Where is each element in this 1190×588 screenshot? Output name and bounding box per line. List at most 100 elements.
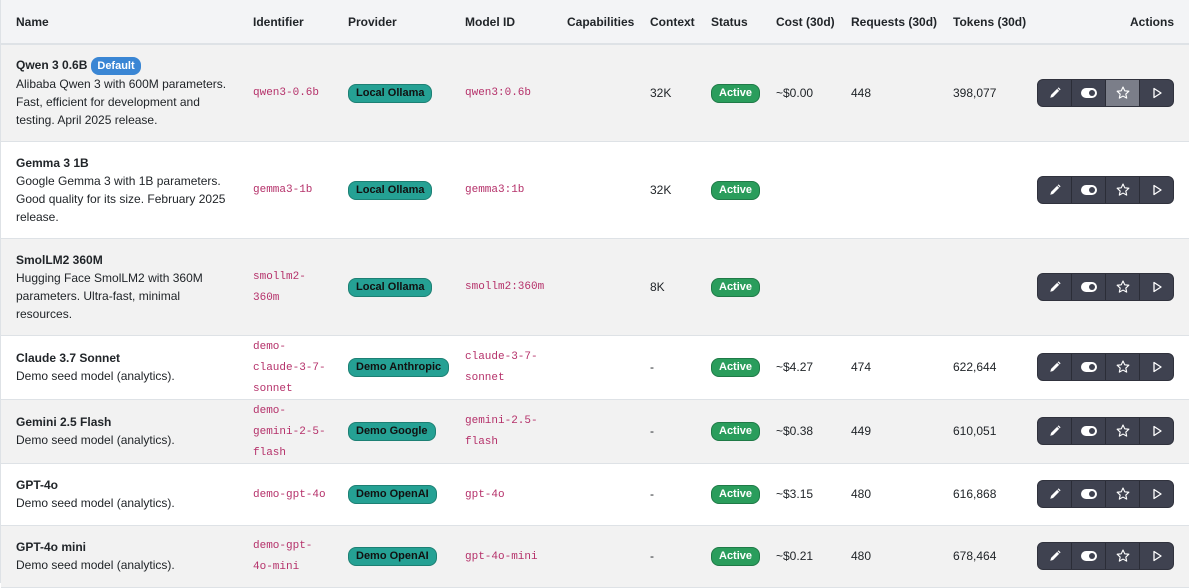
set-default-button[interactable] (1106, 79, 1140, 106)
column-header-capabilities[interactable]: Capabilities (559, 0, 642, 45)
cell-model-id: gpt-4o (457, 463, 559, 526)
cell-requests: 448 (843, 44, 945, 142)
set-default-button[interactable] (1106, 481, 1140, 507)
model-identifier: demo-gpt-4o (253, 488, 326, 501)
star-icon (1116, 86, 1130, 100)
model-identifier: smollm2-360m (253, 270, 306, 304)
model-id: gemini-2.5-flash (465, 415, 538, 448)
edit-button[interactable] (1038, 79, 1072, 106)
column-header-requests[interactable]: Requests (30d) (843, 0, 945, 45)
cell-model-id: claude-3-7-sonnet (457, 335, 559, 400)
cell-name: SmolLM2 360M Hugging Face SmolLM2 with 36… (1, 238, 245, 336)
cell-tokens: 622,644 (945, 335, 1035, 400)
toggle-icon (1080, 362, 1097, 372)
pencil-icon (1048, 280, 1062, 294)
cell-model-id: smollm2:360m (457, 238, 559, 336)
cell-status: Active (703, 525, 768, 588)
status-badge: Active (711, 83, 761, 103)
model-id: claude-3-7-sonnet (465, 351, 538, 384)
column-header-status[interactable]: Status (703, 0, 768, 45)
cell-provider: Demo OpenAI (340, 525, 457, 588)
cell-provider: Local Ollama (340, 44, 457, 142)
cell-provider: Demo OpenAI (340, 463, 457, 526)
action-button-group (1037, 480, 1174, 508)
toggle-button[interactable] (1072, 176, 1106, 203)
cell-name: Claude 3.7 Sonnet Demo seed model (analyt… (1, 335, 245, 400)
cell-model-id: gemini-2.5-flash (457, 399, 559, 464)
cell-context: - (642, 399, 703, 464)
set-default-button[interactable] (1106, 176, 1140, 203)
table-row: Gemini 2.5 Flash Demo seed model (analyti… (1, 399, 1189, 464)
column-header-identifier[interactable]: Identifier (245, 0, 340, 45)
cell-identifier: gemma3-1b (245, 141, 340, 239)
edit-button[interactable] (1038, 273, 1072, 300)
column-header-cost[interactable]: Cost (30d) (768, 0, 843, 45)
test-button[interactable] (1140, 354, 1173, 380)
toggle-button[interactable] (1072, 481, 1106, 507)
cell-identifier: demo-gpt-4o (245, 463, 340, 526)
test-button[interactable] (1140, 418, 1173, 444)
set-default-button[interactable] (1106, 543, 1140, 569)
cell-status: Active (703, 141, 768, 239)
set-default-button[interactable] (1106, 354, 1140, 380)
set-default-button[interactable] (1106, 273, 1140, 300)
cell-tokens (945, 141, 1035, 239)
test-button[interactable] (1140, 80, 1173, 106)
test-button[interactable] (1140, 274, 1173, 300)
provider-badge: Local Ollama (348, 277, 433, 297)
model-id: gemma3:1b (465, 184, 525, 196)
edit-button[interactable] (1038, 354, 1072, 380)
column-header-model-id[interactable]: Model ID (457, 0, 559, 45)
set-default-button[interactable] (1106, 418, 1140, 444)
cell-name: Gemini 2.5 Flash Demo seed model (analyti… (1, 399, 245, 464)
column-header-name[interactable]: Name (1, 0, 245, 45)
provider-badge: Demo Anthropic (348, 358, 450, 377)
model-name: Claude 3.7 Sonnet (16, 351, 121, 365)
table-row: Gemma 3 1B Google Gemma 3 with 1B paramet… (1, 141, 1189, 239)
model-name: Gemma 3 1B (16, 155, 89, 170)
column-header-context[interactable]: Context (642, 0, 703, 45)
status-badge: Active (711, 180, 761, 200)
pencil-icon (1048, 424, 1062, 438)
cell-requests: 480 (843, 525, 945, 588)
provider-badge: Demo Google (348, 422, 436, 441)
toggle-button[interactable] (1072, 543, 1106, 569)
cell-requests (843, 238, 945, 336)
edit-button[interactable] (1038, 543, 1072, 569)
table-body: Qwen 3 0.6B Default Alibaba Qwen 3 with 60… (1, 44, 1189, 588)
model-id: gpt-4o (465, 488, 505, 501)
model-description: Demo seed model (analytics). (16, 433, 175, 447)
table-row: Qwen 3 0.6B Default Alibaba Qwen 3 with 60… (1, 44, 1189, 142)
cell-cost: ~$4.27 (768, 335, 843, 400)
cell-cost: ~$0.38 (768, 399, 843, 464)
cell-tokens (945, 238, 1035, 336)
toggle-button[interactable] (1072, 354, 1106, 380)
star-icon (1116, 279, 1130, 294)
edit-button[interactable] (1038, 418, 1072, 444)
status-badge: Active (711, 358, 761, 377)
play-icon (1151, 184, 1163, 196)
star-icon (1116, 424, 1130, 438)
model-identifier: gemma3-1b (253, 184, 313, 196)
table-row: GPT-4o mini Demo seed model (analytics). d… (1, 525, 1189, 588)
cell-provider: Local Ollama (340, 141, 457, 239)
column-header-provider[interactable]: Provider (340, 0, 457, 45)
cell-cost: ~$3.15 (768, 463, 843, 526)
cell-context: 8K (642, 238, 703, 336)
cell-model-id: gemma3:1b (457, 141, 559, 239)
cell-capabilities (559, 44, 642, 142)
model-identifier: demo-gemini-2-5-flash (253, 404, 326, 459)
toggle-button[interactable] (1072, 79, 1106, 106)
table-row: SmolLM2 360M Hugging Face SmolLM2 with 36… (1, 238, 1189, 336)
test-button[interactable] (1140, 481, 1173, 507)
column-header-tokens[interactable]: Tokens (30d) (945, 0, 1035, 45)
toggle-button[interactable] (1072, 418, 1106, 444)
edit-button[interactable] (1038, 481, 1072, 507)
toggle-button[interactable] (1072, 273, 1106, 300)
cell-actions (1035, 335, 1189, 400)
test-button[interactable] (1140, 177, 1173, 203)
edit-button[interactable] (1038, 176, 1072, 203)
cell-capabilities (559, 141, 642, 239)
test-button[interactable] (1140, 543, 1173, 569)
status-badge: Active (711, 277, 761, 297)
